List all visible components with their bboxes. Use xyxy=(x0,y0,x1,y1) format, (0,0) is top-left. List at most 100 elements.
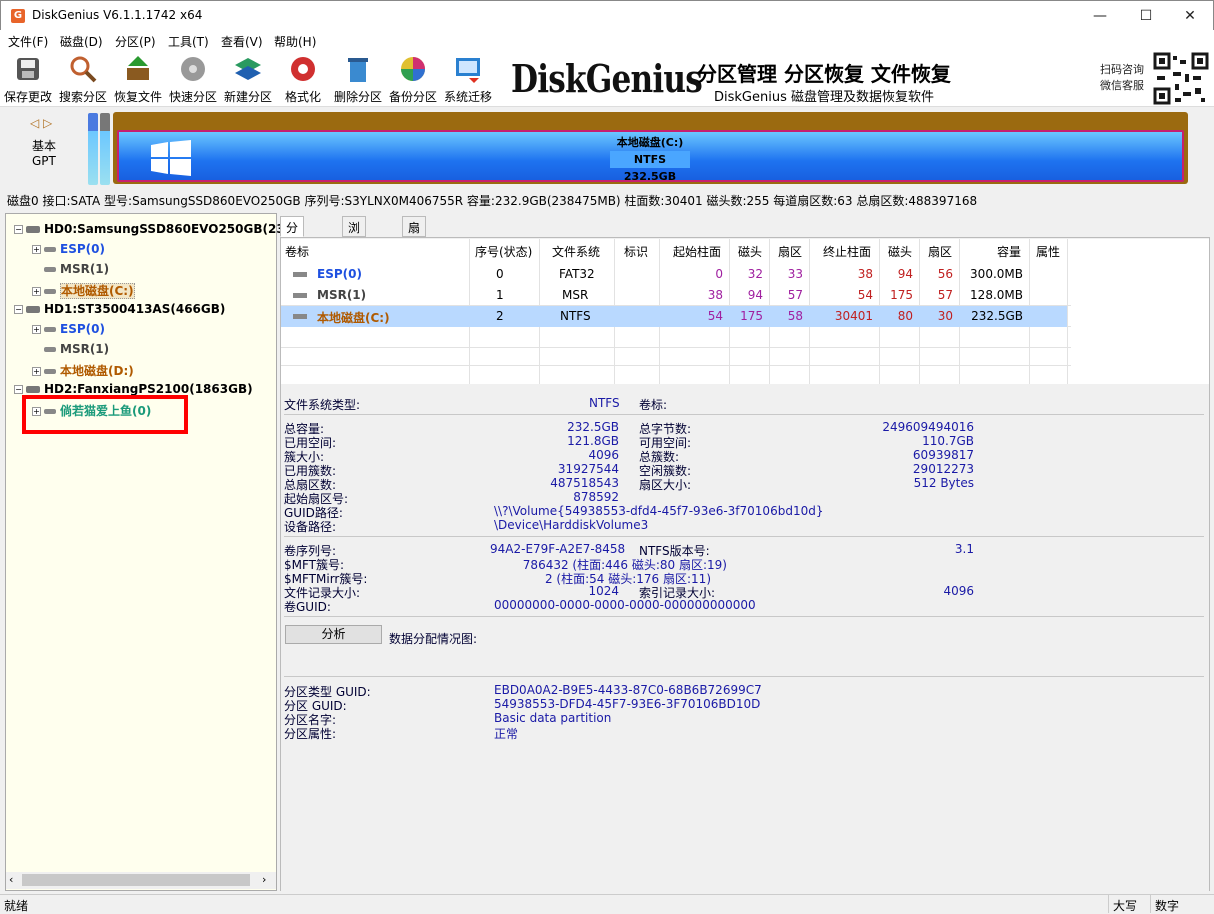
tab-sector-edit[interactable]: 扇区编辑 xyxy=(402,216,427,286)
partition-icon xyxy=(44,267,56,272)
new-partition-icon xyxy=(233,54,263,84)
tree-hd0-msr[interactable]: MSR(1) xyxy=(44,262,109,276)
quick-partition-label: 快速分区 xyxy=(168,90,217,104)
disk-icon xyxy=(26,226,40,233)
menu-view[interactable]: 查看(V) xyxy=(221,33,263,50)
partition-icon xyxy=(44,327,56,332)
esp-partition-block[interactable] xyxy=(88,113,98,185)
tree-hd1[interactable]: − HD1:ST3500413AS(466GB) xyxy=(14,302,225,316)
scroll-thumb[interactable] xyxy=(22,874,250,886)
system-migration-button[interactable]: 系统迁移 xyxy=(441,54,495,106)
analyze-button[interactable]: 分析 xyxy=(285,625,382,644)
tree-hd2[interactable]: − HD2:FanxiangPS2100(1863GB) xyxy=(14,382,253,396)
expand-icon[interactable]: + xyxy=(32,367,41,376)
expand-icon[interactable]: + xyxy=(32,245,41,254)
start-sector-value: 878592 xyxy=(573,490,619,504)
migrate-icon xyxy=(453,54,483,84)
menu-partition[interactable]: 分区(P) xyxy=(115,33,156,50)
msr-partition-block[interactable] xyxy=(100,113,110,185)
fs-type-label: 文件系统类型: xyxy=(284,398,361,412)
col-end-head[interactable]: 磁头 xyxy=(888,243,912,260)
scroll-right-icon[interactable]: › xyxy=(262,873,266,886)
table-row[interactable]: MSR(1) 1 MSR 38 94 57 54 175 57 128.0MB xyxy=(281,285,1067,306)
col-flag[interactable]: 标识 xyxy=(624,243,648,260)
partition-icon xyxy=(44,247,56,252)
part-name-value: Basic data partition xyxy=(494,711,612,725)
recover-files-button[interactable]: 恢复文件 xyxy=(111,54,165,106)
banner-slogan: 分区管理 分区恢复 文件恢复 xyxy=(697,62,951,86)
row0-end-sector: 56 xyxy=(937,267,953,281)
used-space-value: 121.8GB xyxy=(567,434,619,448)
collapse-icon[interactable]: − xyxy=(14,385,23,394)
table-row-selected[interactable]: 本地磁盘(C:) 2 NTFS 54 175 58 30401 80 30 23… xyxy=(281,306,1067,327)
expand-icon[interactable]: + xyxy=(32,287,41,296)
hd0-msr-label: MSR(1) xyxy=(60,262,110,276)
close-button[interactable]: ✕ xyxy=(1167,1,1213,31)
tree-hd0-c[interactable]: + 本地磁盘(C:) xyxy=(32,282,135,299)
backup-label: 备份分区 xyxy=(388,90,437,104)
row2-capacity: 232.5GB xyxy=(971,309,1023,323)
col-capacity[interactable]: 容量 xyxy=(997,243,1021,260)
volume-label-label: 卷标: xyxy=(639,398,668,412)
row2-fs: NTFS xyxy=(560,309,591,323)
menu-file[interactable]: 文件(F) xyxy=(8,33,48,50)
tree-hd1-d[interactable]: + 本地磁盘(D:) xyxy=(32,362,134,379)
hd1-d-label: 本地磁盘(D:) xyxy=(60,364,134,378)
total-bytes-value: 249609494016 xyxy=(882,420,974,434)
menu-tools[interactable]: 工具(T) xyxy=(168,33,209,50)
delete-partition-button[interactable]: 删除分区 xyxy=(331,54,385,106)
row2-end-head: 80 xyxy=(897,309,913,323)
part-type-guid-value: EBD0A0A2-B9E5-4433-87C0-68B6B72699C7 xyxy=(494,683,762,697)
tab-partition-params[interactable]: 分区参数 xyxy=(280,216,305,286)
partition-table: 卷标 序号(状态) 文件系统 标识 起始柱面 磁头 扇区 终止柱面 磁头 扇区 … xyxy=(281,239,1209,384)
save-changes-button[interactable]: 保存更改 xyxy=(1,54,55,106)
format-button[interactable]: 格式化 xyxy=(276,54,330,106)
num-indicator: 数字 xyxy=(1150,895,1192,913)
disk-tree: − HD0:SamsungSSD860EVO250GB(233 + ESP(0) M… xyxy=(5,213,293,891)
menu-disk[interactable]: 磁盘(D) xyxy=(60,33,103,50)
minimize-button[interactable]: — xyxy=(1077,1,1123,31)
tree-hd1-msr[interactable]: MSR(1) xyxy=(44,342,109,356)
col-start-cyl[interactable]: 起始柱面 xyxy=(673,243,721,260)
col-index[interactable]: 序号(状态) xyxy=(475,243,532,260)
caps-indicator: 大写 xyxy=(1108,895,1148,913)
tree-hscrollbar[interactable]: ‹ › xyxy=(6,872,276,889)
collapse-icon[interactable]: − xyxy=(14,225,23,234)
quick-partition-button[interactable]: 快速分区 xyxy=(166,54,220,106)
col-fs[interactable]: 文件系统 xyxy=(552,243,600,260)
expand-icon[interactable]: + xyxy=(32,325,41,334)
ntfs-version-value: 3.1 xyxy=(954,542,974,556)
col-end-sector[interactable]: 扇区 xyxy=(928,243,952,260)
highlight-box xyxy=(22,395,188,434)
row2-start-head: 175 xyxy=(740,309,763,323)
tab-browse-files[interactable]: 浏览文件 xyxy=(342,216,367,286)
tree-hd0-esp[interactable]: + ESP(0) xyxy=(32,242,105,256)
collapse-icon[interactable]: − xyxy=(14,305,23,314)
col-volume[interactable]: 卷标 xyxy=(285,243,309,260)
col-start-head[interactable]: 磁头 xyxy=(738,243,762,260)
row1-start-cyl: 38 xyxy=(707,288,723,302)
table-row[interactable]: ESP(0) 0 FAT32 0 32 33 38 94 56 300.0MB xyxy=(281,264,1067,285)
row1-volume: MSR(1) xyxy=(317,288,367,302)
row1-end-cyl: 54 xyxy=(857,288,873,302)
tree-hd1-esp[interactable]: + ESP(0) xyxy=(32,322,105,336)
menu-help[interactable]: 帮助(H) xyxy=(274,33,316,50)
used-clusters-value: 31927544 xyxy=(557,462,619,476)
row2-start-sector: 58 xyxy=(787,309,803,323)
search-partition-button[interactable]: 搜索分区 xyxy=(56,54,110,106)
new-partition-button[interactable]: 新建分区 xyxy=(221,54,275,106)
tree-hd0[interactable]: − HD0:SamsungSSD860EVO250GB(233 xyxy=(14,222,293,236)
scroll-left-icon[interactable]: ‹ xyxy=(9,873,13,886)
col-end-cyl[interactable]: 终止柱面 xyxy=(823,243,871,260)
row0-start-sector: 33 xyxy=(787,267,803,281)
volume-guid-value: 00000000-0000-0000-0000-000000000000 xyxy=(494,598,756,612)
row2-end-sector: 30 xyxy=(937,309,953,323)
col-start-sector[interactable]: 扇区 xyxy=(778,243,802,260)
col-attr[interactable]: 属性 xyxy=(1036,243,1060,260)
format-label: 格式化 xyxy=(284,90,321,104)
maximize-button[interactable]: ☐ xyxy=(1123,1,1169,31)
guid-path-value: \\?\Volume{54938553-dfd4-45f7-93e6-3f701… xyxy=(494,504,824,518)
backup-partition-button[interactable]: 备份分区 xyxy=(386,54,440,106)
partition-bar-name: 本地磁盘(C:) xyxy=(616,136,684,149)
disk-nav-arrows-icon[interactable]: ◁ ▷ xyxy=(30,116,52,130)
